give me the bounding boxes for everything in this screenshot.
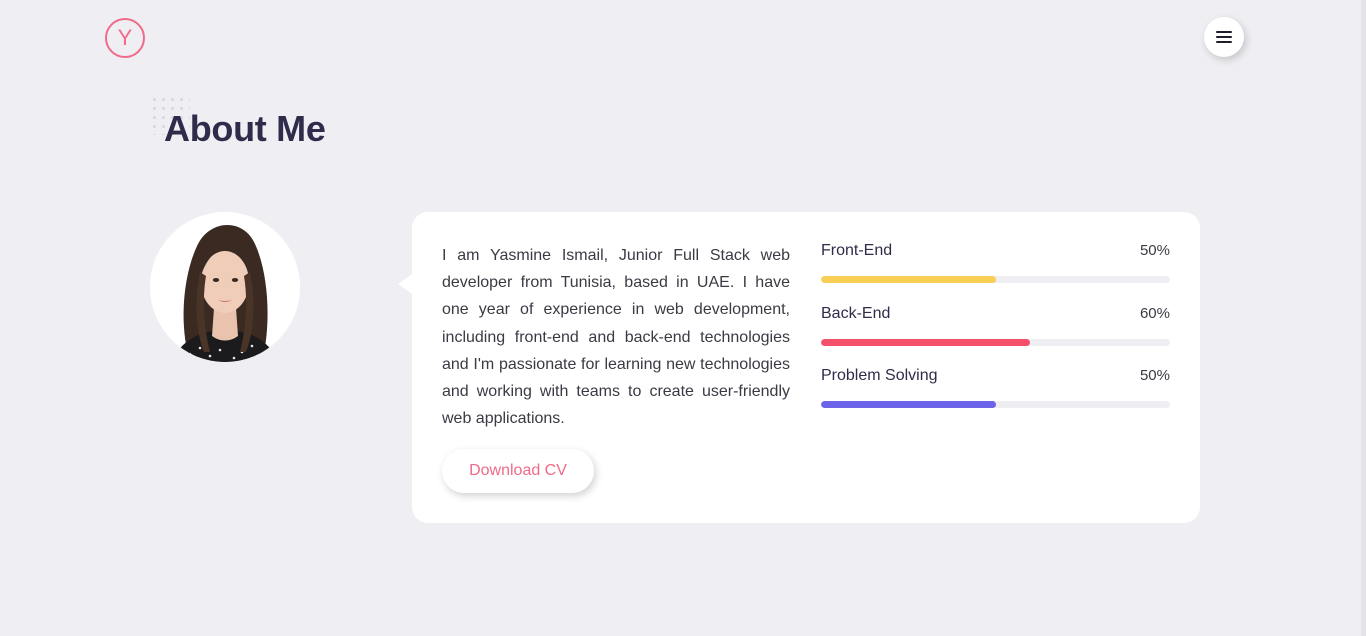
about-card: I am Yasmine Ismail, Junior Full Stack w… — [398, 212, 1200, 523]
skill-name: Back-End — [821, 304, 891, 322]
skill-problem-solving: Problem Solving 50% — [821, 367, 1170, 430]
page-scrollbar[interactable] — [1361, 0, 1366, 636]
skill-percent: 50% — [1139, 242, 1170, 259]
skill-progress-track — [821, 401, 1170, 408]
skill-name: Problem Solving — [821, 367, 938, 384]
skill-progress-track — [821, 276, 1170, 283]
logo-letter: Y — [117, 25, 133, 50]
skill-back-end: Back-End 60% — [821, 305, 1170, 368]
site-logo[interactable]: Y — [105, 18, 145, 58]
skill-front-end: Front-End 50% — [821, 242, 1170, 305]
page-title: About Me — [164, 108, 326, 149]
bio-text: I am Yasmine Ismail, Junior Full Stack w… — [442, 247, 790, 428]
skill-percent: 60% — [1139, 304, 1170, 322]
skill-name: Front-End — [821, 242, 893, 259]
hamburger-icon — [1216, 31, 1232, 43]
skill-progress-fill — [821, 276, 996, 283]
skills-list: Front-End 50% Back-End 60% Problem Solvi… — [821, 242, 1170, 430]
skill-progress-fill — [821, 338, 1031, 346]
skill-progress-fill — [821, 401, 996, 408]
skill-percent: 50% — [1139, 367, 1170, 384]
profile-photo — [150, 212, 300, 362]
menu-button[interactable] — [1204, 17, 1244, 57]
download-cv-button[interactable]: Download CV — [442, 449, 594, 493]
skill-progress-track — [821, 338, 1170, 346]
